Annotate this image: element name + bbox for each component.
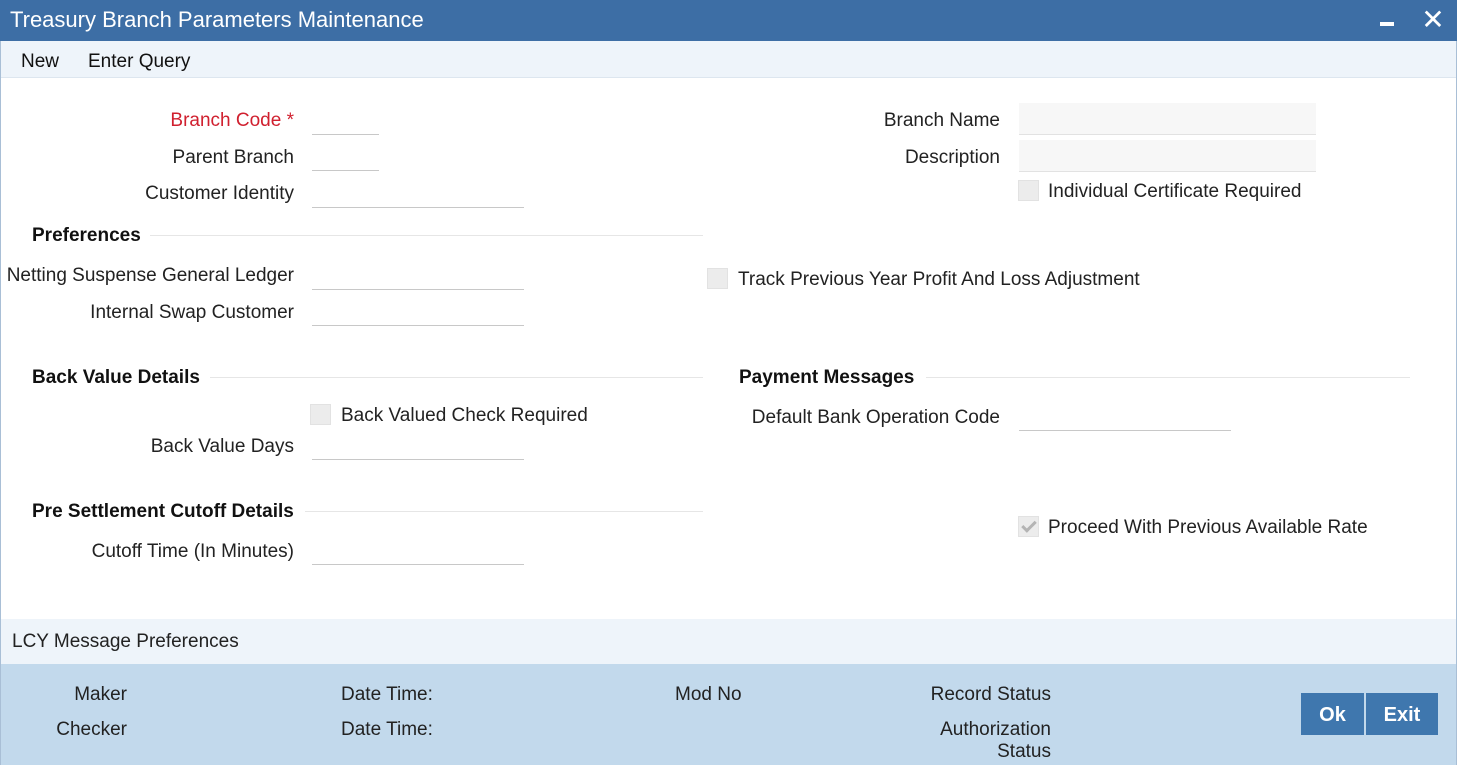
description-label: Description [904,147,1000,168]
pre-settlement-heading: Pre Settlement Cutoff Details [32,501,294,522]
parent-branch-input[interactable] [312,143,379,171]
record-status-label: Record Status [930,684,1051,705]
back-value-days-input[interactable] [312,432,524,460]
default-bank-op-code-input[interactable] [1019,403,1231,431]
back-value-days-label: Back Value Days [150,436,294,457]
maker-date-time-label: Date Time: [341,684,433,705]
proceed-prev-rate-checkbox[interactable] [1018,516,1039,537]
maker-label: Maker [74,684,127,705]
authorization-status-label-line2: Status [997,741,1051,762]
back-value-heading: Back Value Details [32,367,200,388]
branch-code-input[interactable] [312,107,379,135]
branch-code-label: Branch Code * [170,110,294,131]
track-prev-year-pl-label: Track Previous Year Profit And Loss Adju… [738,269,1140,290]
audit-footer: Maker Checker Date Time: Date Time: Mod … [1,664,1456,765]
cutoff-time-label: Cutoff Time (In Minutes) [91,541,294,562]
payment-messages-divider [926,377,1410,378]
window-title: Treasury Branch Parameters Maintenance [10,7,424,32]
branch-name-label: Branch Name [883,110,1000,131]
toolbar: New Enter Query [1,41,1456,78]
payment-messages-heading: Payment Messages [739,367,915,388]
minimize-icon[interactable] [1372,3,1402,37]
authorization-status-label-line1: Authorization [940,719,1051,740]
back-valued-check-label: Back Valued Check Required [341,405,588,426]
lcy-message-preferences-link[interactable]: LCY Message Preferences [12,631,239,653]
internal-swap-customer-label: Internal Swap Customer [90,302,294,323]
description-field[interactable] [1019,140,1316,172]
customer-identity-input[interactable] [312,180,524,208]
netting-suspense-gl-label: Netting Suspense General Ledger [6,265,294,286]
internal-swap-customer-input[interactable] [312,298,524,326]
preferences-heading: Preferences [32,225,141,246]
customer-identity-label: Customer Identity [145,183,294,204]
back-value-divider [210,377,703,378]
back-valued-check-checkbox[interactable] [310,404,331,425]
branch-name-field[interactable] [1019,103,1316,135]
checker-date-time-label: Date Time: [341,719,433,740]
new-button[interactable]: New [21,51,59,73]
enter-query-button[interactable]: Enter Query [88,51,190,73]
cutoff-time-input[interactable] [312,537,524,565]
mod-no-label: Mod No [675,684,742,705]
parent-branch-label: Parent Branch [172,147,294,168]
individual-certificate-checkbox[interactable] [1018,180,1039,201]
proceed-prev-rate-label: Proceed With Previous Available Rate [1048,517,1368,538]
individual-certificate-label: Individual Certificate Required [1048,181,1302,202]
pre-settlement-divider [305,511,703,512]
ok-button[interactable]: Ok [1301,693,1364,735]
default-bank-op-code-label: Default Bank Operation Code [751,407,1000,428]
preferences-divider [150,235,703,236]
track-prev-year-pl-checkbox[interactable] [707,268,728,289]
required-mark: * [286,110,294,131]
subscreen-bar: LCY Message Preferences [1,619,1456,664]
checker-label: Checker [56,719,127,740]
window-titlebar: Treasury Branch Parameters Maintenance ✕ [0,0,1457,41]
netting-suspense-gl-input[interactable] [312,262,524,290]
exit-button[interactable]: Exit [1366,693,1438,735]
close-icon[interactable]: ✕ [1418,3,1448,37]
